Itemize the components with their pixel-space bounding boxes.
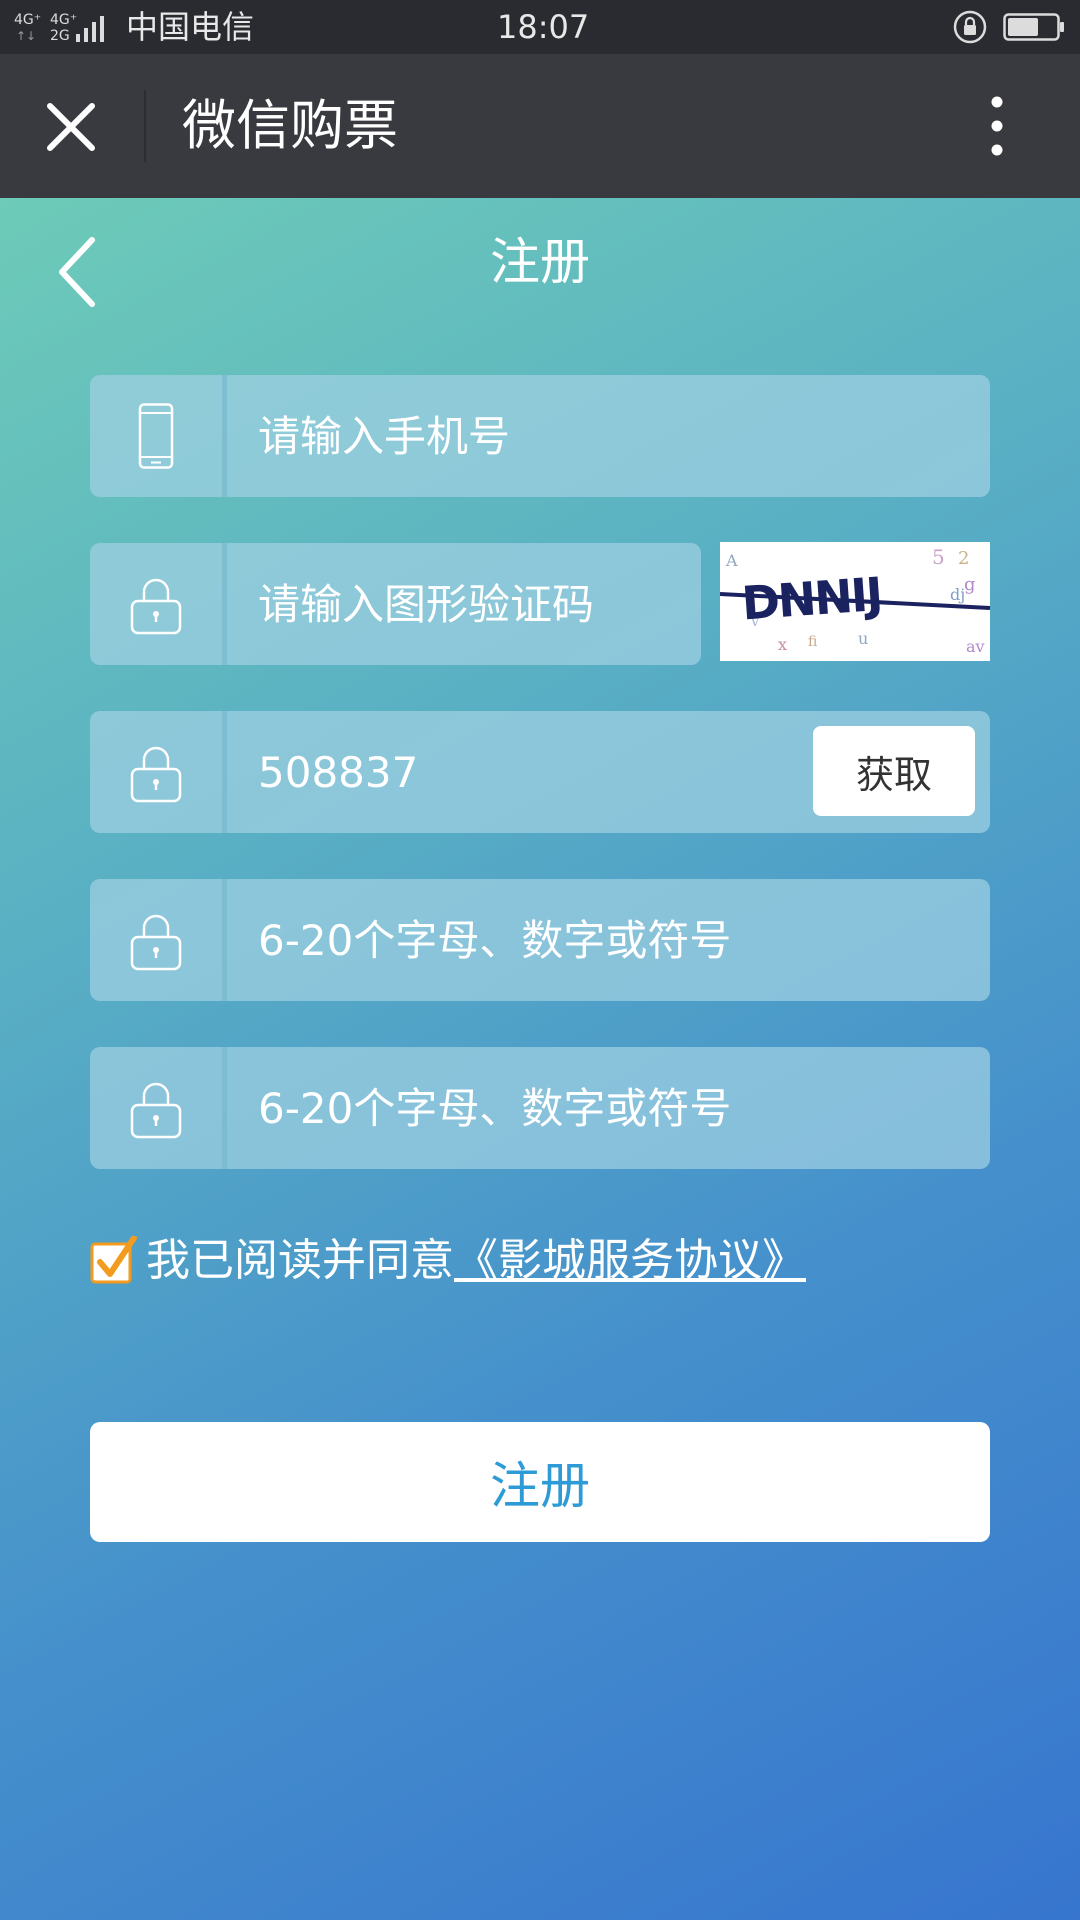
svg-text:4G⁺: 4G⁺ — [14, 12, 41, 28]
agreement-link[interactable]: 《影城服务协议》 — [454, 1235, 806, 1286]
lock-icon — [130, 578, 182, 635]
lock-icon-box — [90, 543, 222, 665]
svg-text:x: x — [778, 635, 787, 654]
lock-icon-box — [90, 711, 222, 833]
nav-title: 微信购票 — [182, 94, 398, 157]
clock-time: 18:07 — [497, 8, 590, 46]
signal-icon: 4G⁺ 4G⁺ 2G ↑↓ — [14, 12, 104, 44]
carrier-name: 中国电信 — [126, 8, 255, 46]
phone-field — [90, 375, 990, 497]
field-separator — [222, 1047, 227, 1169]
more-vertical-icon[interactable] — [974, 90, 1020, 162]
agreement-label: 我已阅读并同意 — [146, 1235, 454, 1286]
close-icon[interactable] — [44, 100, 98, 154]
confirm-password-field — [90, 1047, 990, 1169]
captcha-field — [90, 543, 701, 665]
lock-icon — [130, 1082, 182, 1139]
password-field — [90, 879, 990, 1001]
phone-icon-box — [90, 375, 222, 497]
sms-code-field: 获取 — [90, 711, 990, 833]
register-button[interactable]: 注册 — [90, 1422, 990, 1542]
agreement-text: 我已阅读并同意《影城服务协议》 — [146, 1232, 806, 1290]
svg-text:↑↓: ↑↓ — [16, 29, 36, 43]
field-separator — [222, 711, 227, 833]
phone-input[interactable] — [258, 375, 818, 497]
status-bar: 4G⁺ 4G⁺ 2G ↑↓ 中国电信 18:07 — [0, 0, 1080, 54]
svg-text:g: g — [964, 574, 976, 595]
lock-icon — [130, 746, 182, 803]
svg-text:2: 2 — [958, 548, 969, 569]
svg-text:A: A — [725, 551, 738, 570]
svg-text:fi: fi — [808, 634, 818, 650]
captcha-image[interactable]: A 5 2 g dj x fi u av V DNNIJ — [720, 542, 990, 661]
register-page: 注册 A 5 — [0, 198, 1080, 1920]
svg-text:2G: 2G — [50, 28, 70, 44]
confirm-password-input[interactable] — [258, 1047, 818, 1169]
svg-text:u: u — [858, 629, 868, 648]
page-title: 注册 — [490, 233, 590, 291]
phone-icon — [138, 403, 174, 469]
svg-text:av: av — [966, 637, 985, 656]
field-separator — [222, 543, 227, 665]
sms-code-input[interactable] — [258, 711, 778, 833]
lock-icon-box — [90, 879, 222, 1001]
captcha-input[interactable] — [258, 543, 678, 665]
wechat-nav-bar: 微信购票 — [0, 54, 1080, 198]
lock-icon — [130, 914, 182, 971]
field-separator — [222, 375, 227, 497]
battery-icon — [1003, 13, 1064, 41]
svg-text:5: 5 — [932, 545, 945, 569]
rotation-lock-icon — [953, 10, 987, 44]
password-input[interactable] — [258, 879, 818, 1001]
nav-divider — [144, 90, 146, 162]
svg-text:dj: dj — [950, 585, 965, 604]
field-separator — [222, 879, 227, 1001]
lock-icon-box — [90, 1047, 222, 1169]
svg-text:4G⁺: 4G⁺ — [50, 12, 77, 28]
agreement-checkbox[interactable] — [90, 1236, 138, 1284]
get-code-button[interactable]: 获取 — [813, 726, 975, 816]
